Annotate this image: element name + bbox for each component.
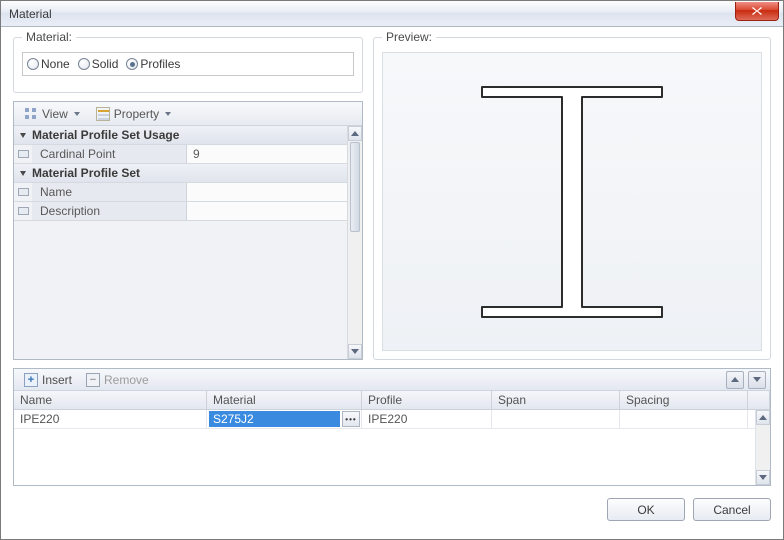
row-icon xyxy=(18,150,29,158)
name-value[interactable] xyxy=(187,183,347,201)
scroll-down-button[interactable] xyxy=(756,470,770,485)
ok-button[interactable]: OK xyxy=(607,498,685,521)
chevron-down-icon xyxy=(74,112,80,116)
radio-solid-indicator xyxy=(78,58,90,70)
remove-button[interactable]: − Remove xyxy=(80,371,155,389)
radio-profiles-label: Profiles xyxy=(140,57,180,71)
scroll-thumb[interactable] xyxy=(350,142,360,232)
close-button[interactable] xyxy=(735,2,779,21)
material-dialog: Material Material: None xyxy=(0,0,784,540)
scroll-up-button[interactable] xyxy=(348,126,362,141)
view-label: View xyxy=(42,107,68,121)
titlebar: Material xyxy=(1,1,783,27)
ok-label: OK xyxy=(637,503,654,517)
dialog-footer: OK Cancel xyxy=(13,494,771,521)
scroll-up-button[interactable] xyxy=(756,410,770,425)
insert-label: Insert xyxy=(42,373,72,387)
insert-button[interactable]: + Insert xyxy=(18,371,78,389)
col-span[interactable]: Span xyxy=(492,391,620,409)
col-name[interactable]: Name xyxy=(14,391,207,409)
preview-canvas xyxy=(382,52,762,351)
table-header: Name Material Profile Span Spacing xyxy=(14,391,770,410)
chevron-down-icon xyxy=(165,112,171,116)
cell-material[interactable]: S275J2 ••• xyxy=(207,410,362,428)
cell-span[interactable] xyxy=(492,410,620,428)
ibeam-icon xyxy=(447,67,697,337)
table-row[interactable]: IPE220 S275J2 ••• IPE220 xyxy=(14,410,770,429)
arrow-down-icon xyxy=(759,475,767,480)
preview-panel: Preview: xyxy=(373,37,771,360)
material-value-selected: S275J2 xyxy=(209,411,340,427)
scroll-down-button[interactable] xyxy=(348,344,362,359)
radio-none[interactable]: None xyxy=(27,57,70,71)
table-body: IPE220 S275J2 ••• IPE220 xyxy=(14,410,770,485)
row-cardinal-point[interactable]: Cardinal Point 9 xyxy=(14,145,347,164)
plus-icon: + xyxy=(24,373,38,387)
preview-label: Preview: xyxy=(382,30,436,44)
radio-solid[interactable]: Solid xyxy=(78,57,119,71)
group2-label: Material Profile Set xyxy=(32,166,140,180)
arrow-up-icon xyxy=(759,415,767,420)
move-up-button[interactable] xyxy=(726,371,744,389)
minus-icon: − xyxy=(86,373,100,387)
property-panel: View Property Mate xyxy=(13,101,363,360)
property-label: Property xyxy=(114,107,159,121)
group-profile-set-usage[interactable]: Material Profile Set Usage xyxy=(14,126,347,145)
group1-label: Material Profile Set Usage xyxy=(32,128,179,142)
property-toolbar: View Property xyxy=(14,102,362,126)
cell-profile[interactable]: IPE220 xyxy=(362,410,492,428)
radio-none-label: None xyxy=(41,57,70,71)
cardinal-point-value[interactable]: 9 xyxy=(187,145,347,163)
view-dropdown[interactable]: View xyxy=(18,104,86,124)
property-icon xyxy=(96,107,110,121)
material-picker-button[interactable]: ••• xyxy=(342,411,360,427)
radio-solid-label: Solid xyxy=(92,57,119,71)
collapse-icon xyxy=(20,171,26,176)
radio-profiles-indicator xyxy=(126,58,138,70)
material-fieldset: Material: None Solid Profiles xyxy=(13,37,363,93)
profile-list-panel: + Insert − Remove Name Material Profile xyxy=(13,368,771,486)
cell-name[interactable]: IPE220 xyxy=(14,410,207,428)
property-grid: Material Profile Set Usage Cardinal Poin… xyxy=(14,126,362,359)
col-pad xyxy=(748,391,770,409)
group-profile-set[interactable]: Material Profile Set xyxy=(14,164,347,183)
close-icon xyxy=(751,6,763,16)
remove-label: Remove xyxy=(104,373,149,387)
col-spacing[interactable]: Spacing xyxy=(620,391,748,409)
property-dropdown[interactable]: Property xyxy=(90,104,177,124)
row-icon xyxy=(18,188,29,196)
move-down-button[interactable] xyxy=(748,371,766,389)
property-scrollbar[interactable] xyxy=(347,126,362,359)
radio-none-indicator xyxy=(27,58,39,70)
arrow-up-icon xyxy=(731,377,739,382)
cancel-label: Cancel xyxy=(713,503,750,517)
cancel-button[interactable]: Cancel xyxy=(693,498,771,521)
list-toolbar: + Insert − Remove xyxy=(14,369,770,391)
table-scrollbar[interactable] xyxy=(755,410,770,485)
row-icon xyxy=(18,207,29,215)
arrow-down-icon xyxy=(753,377,761,382)
arrow-up-icon xyxy=(351,131,359,136)
description-value[interactable] xyxy=(187,202,347,220)
row-description[interactable]: Description xyxy=(14,202,347,221)
cell-spacing[interactable] xyxy=(620,410,748,428)
description-key: Description xyxy=(32,202,187,220)
cardinal-point-key: Cardinal Point xyxy=(32,145,187,163)
arrow-down-icon xyxy=(351,349,359,354)
row-name[interactable]: Name xyxy=(14,183,347,202)
material-radio-group: None Solid Profiles xyxy=(22,52,354,76)
collapse-icon xyxy=(20,133,26,138)
name-key: Name xyxy=(32,183,187,201)
material-fieldset-label: Material: xyxy=(22,30,76,44)
window-title: Material xyxy=(9,7,52,21)
col-profile[interactable]: Profile xyxy=(362,391,492,409)
radio-profiles[interactable]: Profiles xyxy=(126,57,180,71)
col-material[interactable]: Material xyxy=(207,391,362,409)
view-icon xyxy=(24,107,38,121)
